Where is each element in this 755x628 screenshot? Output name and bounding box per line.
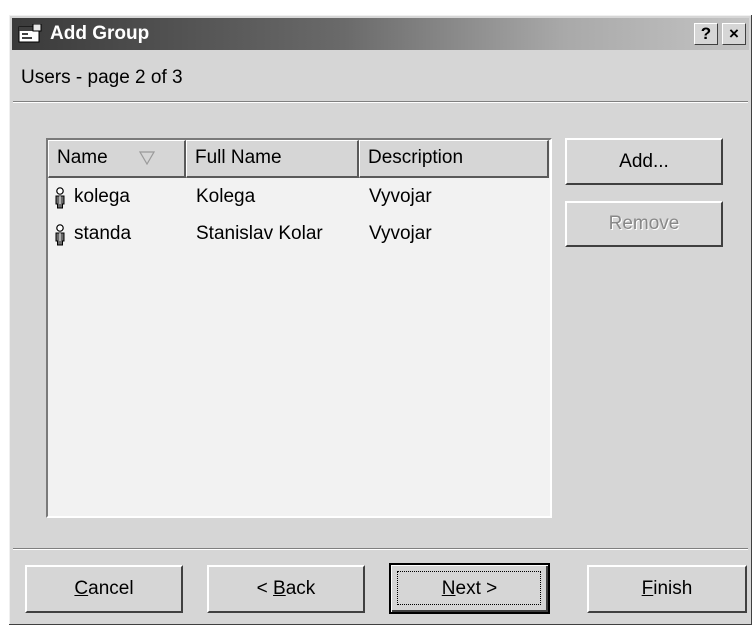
back-accel: B bbox=[273, 578, 286, 599]
back-label-prefix: < bbox=[256, 578, 274, 599]
cell-description: Vyvojar bbox=[369, 223, 432, 244]
app-window-icon bbox=[18, 24, 42, 43]
cell-full-name: Kolega bbox=[196, 186, 256, 207]
add-button[interactable]: Add... bbox=[565, 138, 723, 185]
cancel-accel: C bbox=[74, 578, 89, 599]
add-group-dialog: Add Group ? × Users - page 2 of 3 Name F… bbox=[8, 14, 753, 626]
next-button[interactable]: Next > bbox=[389, 563, 550, 614]
remove-button[interactable]: Remove bbox=[565, 201, 723, 247]
back-label-rest: ack bbox=[285, 578, 316, 599]
finish-accel: F bbox=[641, 578, 654, 599]
users-list[interactable]: Name Full Name Description kolega Kolega… bbox=[46, 138, 552, 518]
footer-divider bbox=[13, 548, 748, 550]
list-row-standa[interactable]: standa Stanislav Kolar Vyvojar bbox=[48, 217, 548, 251]
back-button[interactable]: < Back bbox=[207, 565, 365, 613]
header-divider bbox=[13, 101, 748, 103]
cancel-label-rest: ancel bbox=[88, 578, 134, 599]
finish-button[interactable]: Finish bbox=[587, 565, 747, 613]
cell-full-name: Stanislav Kolar bbox=[196, 223, 323, 244]
user-icon bbox=[55, 224, 65, 246]
page-subtitle: Users - page 2 of 3 bbox=[21, 67, 183, 88]
cancel-button[interactable]: Cancel bbox=[25, 565, 183, 613]
column-header-description-label: Description bbox=[368, 147, 464, 168]
column-header-name[interactable]: Name bbox=[48, 140, 186, 178]
column-header-full-name[interactable]: Full Name bbox=[186, 140, 359, 178]
column-header-name-label: Name bbox=[57, 147, 108, 168]
help-button[interactable]: ? bbox=[694, 23, 718, 45]
close-icon: × bbox=[729, 24, 739, 43]
cell-name: standa bbox=[74, 223, 132, 244]
column-header-description[interactable]: Description bbox=[359, 140, 549, 178]
sort-descending-icon bbox=[139, 151, 155, 165]
focus-rectangle bbox=[397, 571, 541, 605]
finish-label-rest: inish bbox=[653, 578, 693, 599]
title-bar[interactable]: Add Group ? × bbox=[12, 18, 749, 50]
window-title: Add Group bbox=[50, 23, 150, 44]
cell-description: Vyvojar bbox=[369, 186, 432, 207]
user-icon bbox=[55, 187, 65, 209]
close-button[interactable]: × bbox=[722, 23, 746, 45]
column-header-full-name-label: Full Name bbox=[195, 147, 282, 168]
cell-name: kolega bbox=[74, 186, 130, 207]
list-row-kolega[interactable]: kolega Kolega Vyvojar bbox=[48, 180, 548, 214]
